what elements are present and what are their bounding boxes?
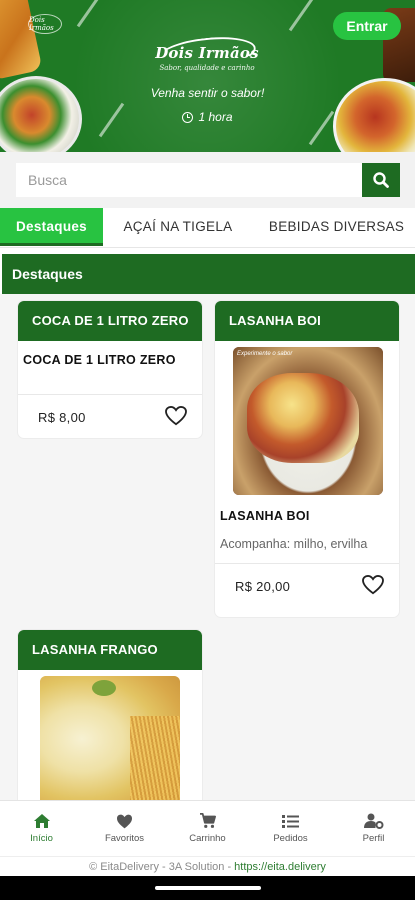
system-navigation-bar [0, 876, 415, 900]
login-button[interactable]: Entrar [333, 12, 401, 40]
nav-label: Perfil [362, 833, 385, 844]
user-gear-icon [363, 813, 383, 829]
nav-item-pedidos[interactable]: Pedidos [249, 801, 332, 856]
home-gesture-handle[interactable] [155, 886, 261, 890]
decor-stripe [288, 0, 315, 32]
product-description: Acompanha: milho, ervilha [220, 537, 368, 551]
footer-link[interactable]: https://eita.delivery [234, 861, 326, 873]
nav-item-carrinho[interactable]: Carrinho [166, 801, 249, 856]
home-icon [33, 814, 50, 828]
heart-outline-icon [165, 405, 187, 426]
heart-icon [117, 814, 132, 828]
favorite-button[interactable] [164, 405, 188, 428]
product-card-header: LASANHA FRANGO [18, 630, 202, 670]
nav-label: Carrinho [189, 833, 226, 844]
header-banner: Dois Irmãos Dois Irmãos Sabor, qualidade… [0, 0, 415, 152]
product-photo [40, 676, 180, 800]
cart-icon [199, 813, 216, 828]
restaurant-logo: Dois Irmãos Sabor, qualidade e carinho [152, 32, 262, 80]
photo-caption: Experimente o sabor [237, 351, 293, 357]
nav-label: Favoritos [104, 832, 145, 844]
product-price: R$ 20,00 [235, 579, 291, 594]
bottom-navigation: Início Favoritos Carrinho Pedidos Perfil [0, 800, 415, 856]
footer-copyright: © EitaDelivery - 3A Solution - [89, 861, 235, 873]
nav-item-perfil[interactable]: Perfil [332, 801, 415, 856]
product-card-footer: R$ 20,00 [215, 563, 399, 607]
product-list: COCA DE 1 LITRO ZERO COCA DE 1 LITRO ZER… [0, 294, 415, 800]
product-card-header: LASANHA BOI [215, 301, 399, 341]
fries-image [0, 0, 43, 81]
delivery-time-text: 1 hora [198, 110, 233, 124]
search-bar [0, 152, 415, 208]
footer: © EitaDelivery - 3A Solution - https://e… [0, 856, 415, 876]
mini-logo: Dois Irmãos [28, 14, 62, 34]
decor-stripe [76, 0, 103, 28]
tab-bebidas-diversas[interactable]: BEBIDAS DIVERSAS [253, 208, 415, 246]
nav-item-inicio[interactable]: Início [0, 801, 83, 856]
search-icon [373, 172, 389, 188]
search-input[interactable] [16, 163, 362, 197]
clock-icon [182, 111, 194, 123]
tab-acai-na-tigela[interactable]: AÇAÍ NA TIGELA [107, 208, 248, 246]
nav-item-favoritos[interactable]: Favoritos [83, 801, 166, 856]
slogan: Venha sentir o sabor! [150, 86, 265, 100]
product-card-footer: R$ 8,00 [18, 394, 202, 438]
product-card[interactable]: LASANHA BOI Experimente o sabor LASANHA … [215, 301, 399, 617]
product-price: R$ 8,00 [38, 410, 86, 425]
product-title: LASANHA BOI [220, 509, 310, 523]
search-button[interactable] [362, 163, 400, 197]
logo-name: Dois Irmãos [155, 44, 259, 62]
delivery-time: 1 hora [0, 110, 415, 124]
product-card[interactable]: COCA DE 1 LITRO ZERO COCA DE 1 LITRO ZER… [18, 301, 202, 438]
nav-label: Início [30, 833, 53, 844]
logo-tagline: Sabor, qualidade e carinho [159, 64, 255, 72]
category-tabs: Destaques AÇAÍ NA TIGELA BEBIDAS DIVERSA… [0, 208, 415, 248]
product-photo: Experimente o sabor [233, 347, 383, 495]
heart-outline-icon [362, 574, 384, 595]
section-title: Destaques [2, 254, 415, 294]
product-card-header: COCA DE 1 LITRO ZERO [18, 301, 202, 341]
product-title: COCA DE 1 LITRO ZERO [23, 353, 176, 367]
tab-destaques[interactable]: Destaques [0, 208, 103, 246]
mini-logo-text: Dois Irmãos [29, 16, 54, 32]
favorite-button[interactable] [361, 574, 385, 597]
list-icon [282, 814, 299, 828]
product-card[interactable]: LASANHA FRANGO [18, 630, 202, 800]
nav-label: Pedidos [273, 832, 308, 844]
